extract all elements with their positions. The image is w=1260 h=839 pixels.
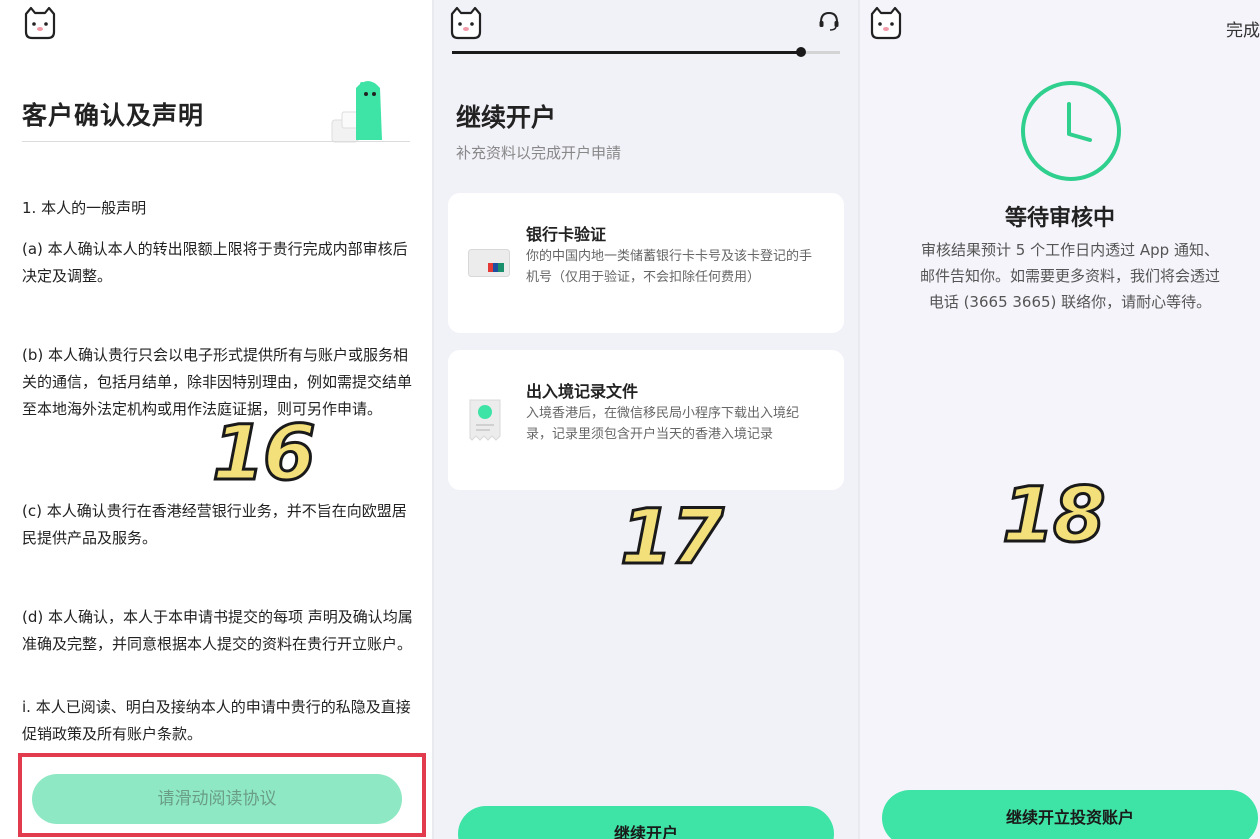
cat-logo-icon[interactable] [868, 6, 904, 40]
document-icon [468, 398, 502, 446]
clock-icon [1020, 80, 1122, 182]
card-title: 银行卡验证 [526, 225, 607, 244]
cat-logo-icon[interactable] [448, 6, 484, 40]
card-description: 你的中国内地一类储蓄银行卡卡号及该卡登记的手机号（仅用于验证，不会扣除任何费用） [526, 249, 813, 285]
open-investment-account-button[interactable]: 继续开立投资账户 [882, 790, 1258, 839]
step-number: 16 [211, 407, 318, 499]
step-number: 18 [1001, 469, 1108, 561]
page-title: 客户确认及声明 [22, 101, 205, 130]
cat-logo-icon[interactable] [22, 6, 58, 40]
card-title: 出入境记录文件 [526, 382, 639, 401]
customer-service-icon[interactable] [818, 10, 840, 32]
continue-opening-button[interactable]: 继续开户 [458, 806, 834, 839]
status-description: 审核结果预计 5 个工作日内透过 App 通知、邮件告知你。如需要更多资料，我们… [919, 241, 1220, 311]
status-title: 等待审核中 [1004, 206, 1115, 231]
scroll-to-read-button[interactable]: 请滑动阅读协议 [32, 774, 402, 824]
progress-handle [796, 47, 806, 57]
bank-card-verification-card[interactable]: 银行卡验证 你的中国内地一类储蓄银行卡卡号及该卡登记的手机号（仅用于验证，不会扣… [448, 193, 844, 333]
clause-d: (d) 本人确认，本人于本申请书提交的每项 声明及确认均属准确及完整，并同意根据… [22, 608, 413, 653]
card-description: 入境香港后，在微信移民局小程序下载出入境纪录，记录里须包含开户当天的香港入境记录 [526, 406, 800, 442]
entry-exit-record-card[interactable]: 出入境记录文件 入境香港后，在微信移民局小程序下载出入境纪录，记录里须包含开户当… [448, 350, 844, 490]
clause-c: (c) 本人确认贵行在香港经营银行业务，并不旨在向欧盟居民提供产品及服务。 [22, 502, 407, 547]
step-number: 17 [619, 491, 726, 583]
section-heading: 1. 本人的一般声明 [22, 199, 147, 217]
done-button[interactable]: 完成 [1226, 16, 1260, 41]
clause-i: i. 本人已阅读、明白及接纳本人的申请中贵行的私隐及直接促销政策及所有账户条款。 [22, 698, 411, 743]
screen-pending-review: 完成 等待审核中 审核结果预计 5 个工作日内透过 App 通知、邮件告知你。如… [860, 0, 1260, 839]
mascot-illustration-icon [330, 76, 390, 148]
screen-customer-declaration: 客户确认及声明 1. 本人的一般声明 (a) 本人确认本人的转出限额上限将于贵行… [0, 0, 432, 839]
page-title: 继续开户 [456, 103, 557, 132]
screen-continue-account-opening: 继续开户 补充资料以完成开户申請 银行卡验证 你的中国内地一类储蓄银行卡卡号及该… [434, 0, 858, 839]
title-divider [22, 141, 410, 142]
progress-fill [452, 51, 801, 54]
bank-card-icon [468, 249, 510, 281]
page-subtitle: 补充资料以完成开户申請 [456, 144, 622, 162]
clause-a: (a) 本人确认本人的转出限额上限将于贵行完成内部审核后决定及调整。 [22, 240, 408, 285]
